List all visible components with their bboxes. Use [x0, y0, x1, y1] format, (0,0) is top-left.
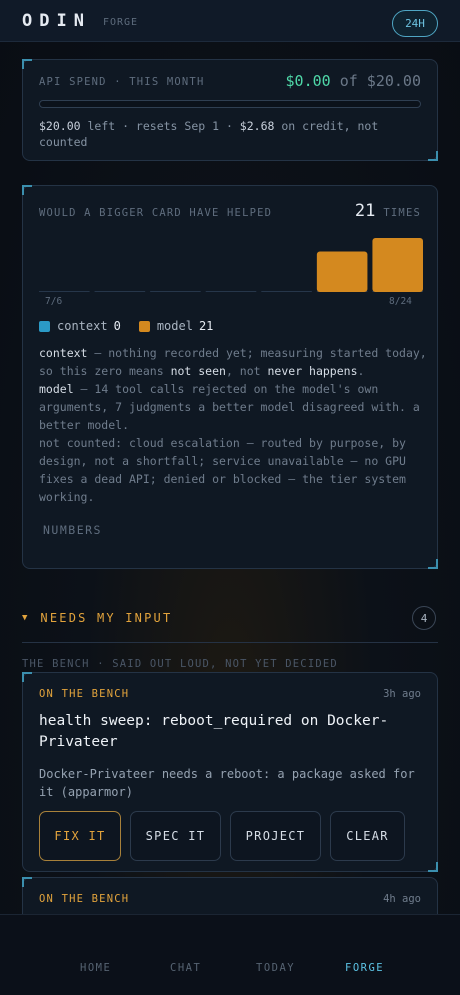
helper-count-unit: TIMES: [383, 207, 421, 219]
needs-input-count-badge: 4: [412, 606, 436, 630]
spend-progress-bar: [39, 100, 421, 108]
model-term: model: [39, 382, 74, 396]
corner-accent: [428, 151, 438, 161]
corner-accent: [428, 559, 438, 569]
corner-accent: [22, 877, 32, 887]
chart-legend: context 0 model 21: [39, 319, 231, 333]
legend-value-model: 21: [198, 319, 214, 333]
spend-note: $20.00 left · resets Sep 1 · $2.68 on cr…: [39, 118, 423, 150]
section-divider: [22, 642, 438, 643]
spec-it-button[interactable]: SPEC IT: [130, 811, 221, 861]
bench-item-title: health sweep: reboot_required on Docker-…: [39, 713, 389, 750]
not-seen-emphasis: not seen: [170, 364, 226, 378]
project-button[interactable]: PROJECT: [230, 811, 321, 861]
chart-baseline-segment: [39, 291, 90, 292]
context-text: , not: [225, 364, 268, 378]
corner-accent: [22, 185, 32, 195]
bigger-card-helped-card: WOULD A BIGGER CARD HAVE HELPED 21 TIMES …: [22, 185, 438, 569]
helper-count-value: 21: [354, 201, 376, 221]
legend-value-context: 0: [113, 319, 121, 333]
bench-item: ON THE BENCH 3h ago health sweep: reboot…: [22, 672, 438, 872]
nav-forge[interactable]: FORGE: [345, 962, 384, 974]
never-happens-emphasis: never happens: [267, 364, 358, 378]
chart-baseline-segment: [261, 291, 312, 292]
corner-accent: [428, 862, 438, 872]
corner-accent: [22, 59, 32, 69]
legend-label-context: context: [57, 319, 108, 333]
chart-baseline-segment: [205, 291, 257, 292]
helper-explanation: context — nothing recorded yet; measurin…: [39, 344, 429, 506]
nav-home[interactable]: HOME: [80, 962, 111, 974]
model-text: — 14 tool calls rejected on the model's …: [39, 382, 420, 432]
bench-item-description: Docker-Privateer needs a reboot: a packa…: [39, 767, 415, 799]
spend-credit-amount: $2.68: [239, 119, 275, 133]
bench-tag: ON THE BENCH: [39, 688, 130, 700]
collapse-caret-icon[interactable]: ▼: [22, 613, 27, 623]
spend-left-amount: $20.00: [39, 119, 81, 133]
x-tick-label-start: 7/6: [45, 296, 63, 307]
numbers-link[interactable]: NUMBERS: [43, 523, 102, 537]
spend-limit: of $20.00: [339, 72, 421, 90]
x-tick-label-end: 8/24: [389, 296, 412, 307]
helped-bar-chart: [39, 238, 423, 292]
bench-timestamp: 4h ago: [383, 893, 421, 905]
time-range-toggle[interactable]: 24H: [392, 10, 438, 37]
nav-today[interactable]: TODAY: [256, 962, 295, 974]
spend-left-text: left · resets Sep 1 ·: [80, 119, 240, 133]
chart-baseline-segment: [150, 291, 201, 292]
legend-label-model: model: [156, 319, 193, 333]
corner-accent: [22, 672, 32, 682]
spend-amount: $0.00 of $20.00: [286, 72, 421, 90]
legend-swatch-context: [39, 320, 50, 332]
bottom-nav: HOME CHAT TODAY FORGE: [0, 914, 460, 995]
context-explanation: context — nothing recorded yet; measurin…: [39, 344, 429, 380]
chart-bar-model: [316, 251, 368, 292]
api-spend-card: API SPEND · THIS MONTH $0.00 of $20.00 $…: [22, 59, 438, 161]
helper-title: WOULD A BIGGER CARD HAVE HELPED: [39, 207, 273, 219]
fix-it-button[interactable]: FIX IT: [39, 811, 121, 861]
spend-current: $0.00: [285, 72, 331, 90]
model-explanation: model — 14 tool calls rejected on the mo…: [39, 380, 429, 434]
bench-tag: ON THE BENCH: [39, 893, 130, 905]
bench-timestamp: 3h ago: [383, 688, 421, 700]
context-term: context: [39, 346, 88, 360]
app-logo: ODIN: [22, 10, 91, 31]
nav-chat[interactable]: CHAT: [170, 962, 201, 974]
page-subtitle: FORGE: [102, 16, 139, 28]
spend-label: API SPEND · THIS MONTH: [39, 76, 205, 88]
chart-bar-model: [372, 238, 423, 292]
helper-count: 21 TIMES: [355, 201, 421, 221]
legend-swatch-model: [138, 320, 150, 332]
needs-input-header[interactable]: ▼ NEEDS MY INPUT 4: [22, 606, 438, 630]
not-counted-explanation: not counted: cloud escalation — routed b…: [39, 436, 406, 504]
app-header: ODIN FORGE 24H: [0, 0, 460, 42]
context-text: .: [357, 364, 365, 378]
chart-baseline-segment: [94, 291, 146, 292]
clear-button[interactable]: CLEAR: [330, 811, 405, 861]
bench-caption: THE BENCH · SAID OUT LOUD, NOT YET DECID…: [22, 658, 338, 670]
section-title: NEEDS MY INPUT: [40, 611, 173, 625]
